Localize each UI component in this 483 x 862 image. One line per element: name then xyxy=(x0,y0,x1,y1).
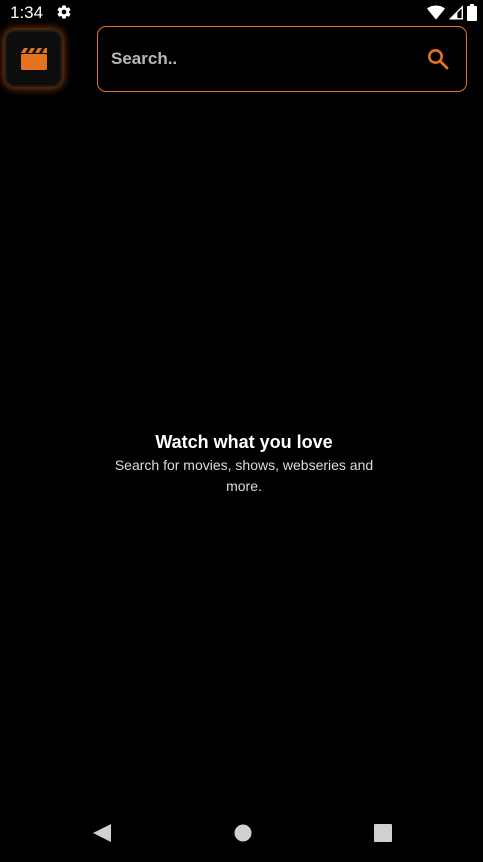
status-time: 1:34 xyxy=(10,3,44,22)
recents-icon[interactable] xyxy=(374,824,392,842)
wifi-icon xyxy=(427,5,445,20)
status-icons xyxy=(427,3,477,21)
clapperboard-icon xyxy=(20,47,47,70)
settings-gear-icon xyxy=(57,5,71,19)
battery-icon xyxy=(467,3,477,21)
home-icon[interactable] xyxy=(234,824,252,842)
empty-state-subtitle: Search for movies, shows, webseries and … xyxy=(114,457,374,494)
search-input[interactable] xyxy=(111,27,411,90)
empty-state-title: Watch what you love xyxy=(155,432,333,452)
empty-state: Watch what you love Search for movies, s… xyxy=(100,430,388,497)
navigation-bar xyxy=(0,808,483,862)
search-box[interactable] xyxy=(97,26,467,92)
cell-signal-icon xyxy=(449,4,463,19)
app-screen: 1:34 Search.. Watch what you love Search… xyxy=(0,0,483,862)
app-logo[interactable] xyxy=(5,30,62,87)
status-bar: 1:34 xyxy=(0,0,483,26)
back-icon[interactable] xyxy=(92,823,112,843)
search-icon[interactable] xyxy=(426,47,450,71)
